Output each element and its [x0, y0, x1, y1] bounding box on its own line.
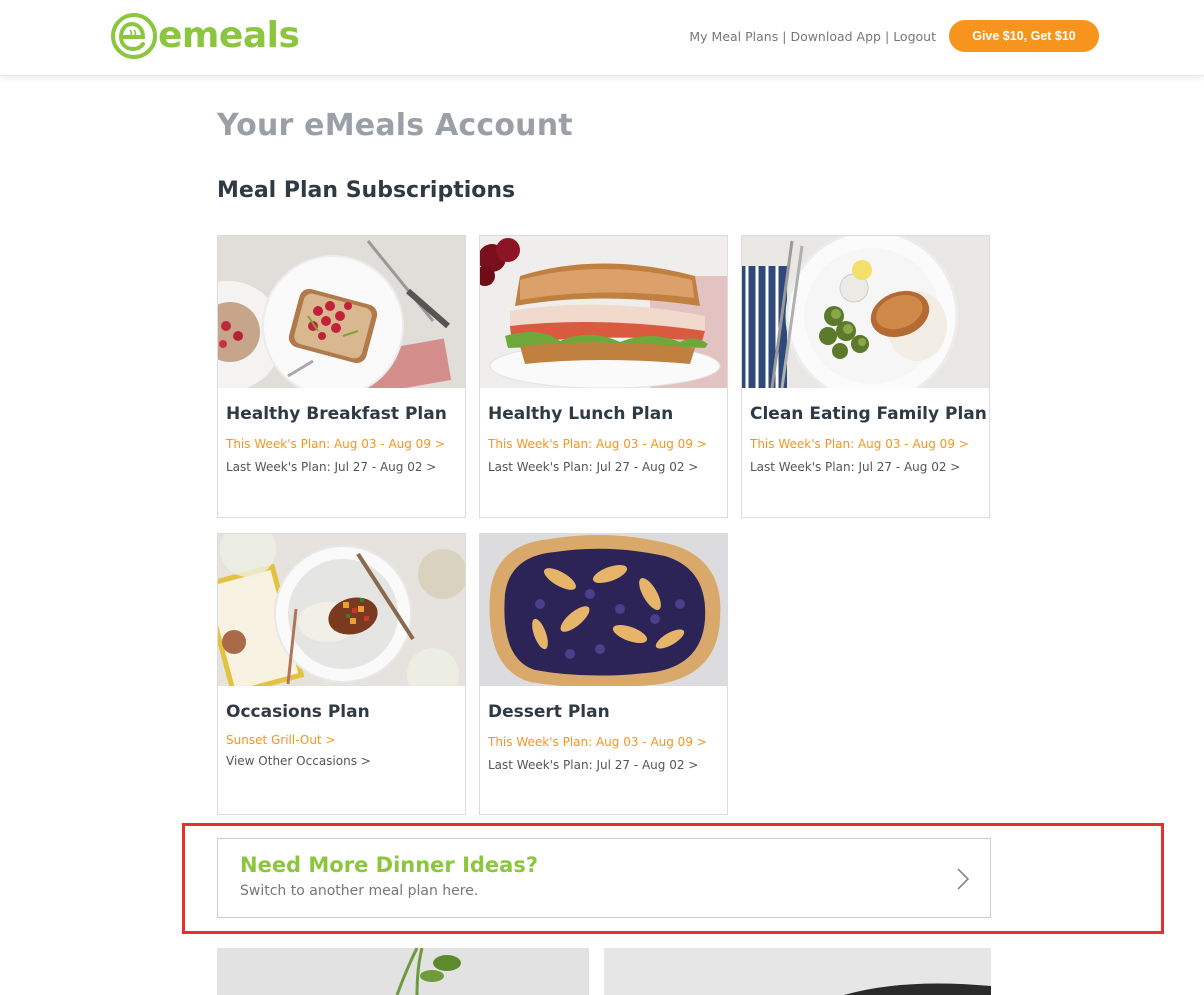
last-week-plan-link[interactable]: Last Week's Plan: Jul 27 - Aug 02 > — [488, 757, 719, 774]
plan-card-healthy-breakfast[interactable]: Healthy Breakfast Plan This Week's Plan:… — [217, 235, 466, 518]
nav-my-meal-plans[interactable]: My Meal Plans — [689, 29, 778, 44]
nav-download-app[interactable]: Download App — [790, 29, 881, 44]
plan-name: Dessert Plan — [488, 702, 610, 722]
chevron-right-icon — [957, 868, 970, 890]
emeals-logo[interactable]: emeals — [110, 12, 300, 60]
last-week-plan-link[interactable]: Last Week's Plan: Jul 27 - Aug 02 > — [750, 459, 981, 476]
banner-title: Need More Dinner Ideas? — [240, 853, 539, 877]
plan-image-occasions — [218, 534, 465, 686]
site-header: emeals My Meal Plans | Download App | Lo… — [0, 0, 1204, 76]
top-nav: My Meal Plans | Download App | Logout — [689, 27, 936, 45]
occasion-link[interactable]: Sunset Grill-Out > — [226, 732, 457, 749]
plan-image-breakfast — [218, 236, 465, 388]
logo-wordmark: emeals — [158, 15, 300, 56]
referral-button[interactable]: Give $10, Get $10 — [949, 20, 1099, 52]
this-week-plan-link[interactable]: This Week's Plan: Aug 03 - Aug 09 > — [750, 436, 981, 453]
nav-separator: | — [782, 28, 787, 44]
emeals-logo-icon — [111, 13, 157, 59]
this-week-plan-link[interactable]: This Week's Plan: Aug 03 - Aug 09 > — [226, 436, 457, 453]
banner-subtitle: Switch to another meal plan here. — [240, 883, 479, 899]
plan-card-clean-eating-family[interactable]: Clean Eating Family Plan This Week's Pla… — [741, 235, 990, 518]
last-week-plan-link[interactable]: Last Week's Plan: Jul 27 - Aug 02 > — [488, 459, 719, 476]
nav-logout[interactable]: Logout — [893, 29, 936, 44]
section-title: Meal Plan Subscriptions — [217, 178, 516, 203]
plan-name: Healthy Lunch Plan — [488, 404, 674, 424]
nav-separator: | — [884, 28, 890, 44]
promo-image-left — [217, 948, 589, 995]
plan-card-occasions[interactable]: Occasions Plan Sunset Grill-Out > View O… — [217, 533, 466, 815]
this-week-plan-link[interactable]: This Week's Plan: Aug 03 - Aug 09 > — [488, 436, 719, 453]
plan-card-healthy-lunch[interactable]: Healthy Lunch Plan This Week's Plan: Aug… — [479, 235, 728, 518]
plan-name: Clean Eating Family Plan — [750, 404, 987, 424]
more-dinner-ideas-banner[interactable]: Need More Dinner Ideas? Switch to anothe… — [217, 838, 991, 918]
plan-name: Healthy Breakfast Plan — [226, 404, 447, 424]
plan-name: Occasions Plan — [226, 702, 370, 722]
promo-image-right — [604, 948, 991, 995]
page-title: Your eMeals Account — [217, 108, 573, 143]
plan-image-clean-eating — [742, 236, 989, 388]
plan-image-dessert — [480, 534, 727, 686]
plan-card-dessert[interactable]: Dessert Plan This Week's Plan: Aug 03 - … — [479, 533, 728, 815]
plan-image-lunch — [480, 236, 727, 388]
last-week-plan-link[interactable]: Last Week's Plan: Jul 27 - Aug 02 > — [226, 459, 457, 476]
view-other-occasions-link[interactable]: View Other Occasions > — [226, 753, 457, 770]
this-week-plan-link[interactable]: This Week's Plan: Aug 03 - Aug 09 > — [488, 734, 719, 751]
